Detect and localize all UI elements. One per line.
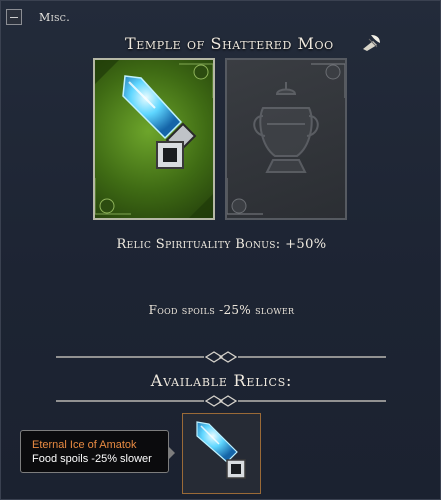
quill-icon[interactable] <box>359 31 383 55</box>
ice-crystal-relic-icon <box>196 421 246 479</box>
active-relic-card[interactable] <box>93 58 215 220</box>
divider-ornament <box>56 351 386 363</box>
relic-panel: Misc. Temple of Shattered Moo Relic Spir… <box>0 0 441 500</box>
empty-relic-card[interactable] <box>225 58 347 220</box>
available-relics-heading: Available Relics: <box>150 371 293 390</box>
relic-tooltip: Eternal Ice of Amatok Food spoils -25% s… <box>20 430 175 473</box>
divider-ornament <box>56 395 386 407</box>
tooltip-relic-name: Eternal Ice of Amatok <box>32 439 137 451</box>
tooltip-relic-effect: Food spoils -25% slower <box>32 453 152 465</box>
section-label: Misc. <box>39 11 71 24</box>
urn-placeholder-icon <box>227 63 345 215</box>
spirituality-bonus: Relic Spirituality Bonus: +50% <box>116 237 327 252</box>
ice-crystal-relic-icon <box>95 60 213 218</box>
collapse-icon[interactable] <box>6 9 22 25</box>
available-relic-slot[interactable] <box>182 413 261 494</box>
relic-effect: Food spoils -25% slower <box>148 303 295 317</box>
temple-title: Temple of Shattered Moo <box>125 34 334 53</box>
